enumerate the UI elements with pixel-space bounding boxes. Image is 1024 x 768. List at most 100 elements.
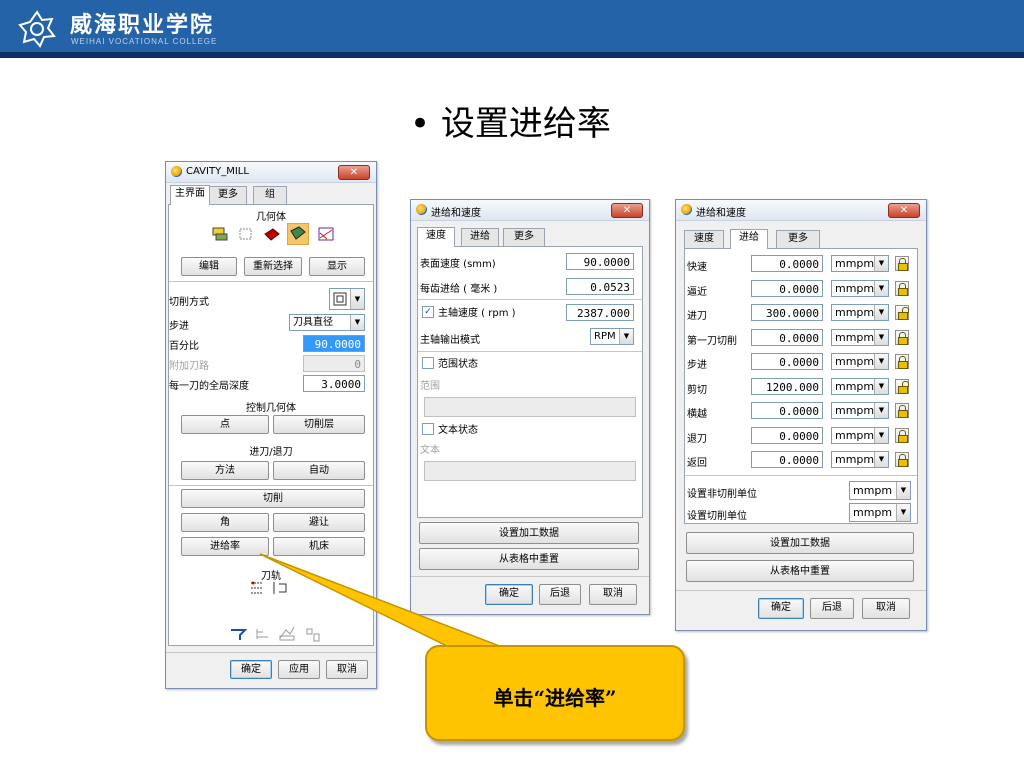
method-button[interactable]: 方法 (181, 461, 269, 480)
reselect-button[interactable]: 重新选择 (244, 257, 302, 276)
feed-row-unit-dropdown[interactable]: mmpm ▼ (831, 451, 889, 468)
extra-passes-input[interactable]: 0 (303, 355, 365, 372)
feed-row-unit-dropdown[interactable]: mmpm ▼ (831, 255, 889, 272)
feed-row-unit-dropdown[interactable]: mmpm ▼ (831, 328, 889, 346)
tab-speed[interactable]: 速度 (417, 227, 455, 247)
cut-unit-dropdown[interactable]: mmpm ▼ (849, 503, 911, 522)
auto-button[interactable]: 自动 (273, 461, 365, 480)
spindle-speed-input[interactable]: 2387.000 (566, 304, 634, 321)
cutting-button[interactable]: 切削 (181, 489, 365, 508)
feed-row-input[interactable]: 1200.000 (751, 377, 823, 395)
corner-button[interactable]: 角 (181, 513, 269, 532)
generate-toolpath-icon[interactable] (249, 579, 267, 597)
percent-input[interactable]: 90.0000 (303, 335, 365, 352)
feed-row-unit-dropdown[interactable]: mmpm ▼ (831, 402, 889, 419)
close-button[interactable]: ✕ (611, 203, 643, 218)
feed-row-input[interactable]: 0.0000 (751, 328, 823, 346)
geometry-cut-area-icon[interactable] (287, 223, 309, 245)
feed-row-unit-dropdown[interactable]: mmpm ▼ (831, 279, 889, 297)
back-button[interactable]: 后退 (810, 598, 854, 619)
ok-button[interactable]: 确定 (230, 660, 272, 679)
geometry-part-icon[interactable] (211, 225, 229, 243)
geometry-trim-icon[interactable] (317, 225, 335, 243)
tab-feed[interactable]: 进给 (461, 228, 499, 246)
unlock-icon[interactable] (895, 378, 909, 394)
cut-levels-button[interactable]: 切削层 (273, 415, 365, 434)
tab-group[interactable]: 组 (253, 186, 287, 204)
feed-row-unit-dropdown[interactable]: mmpm ▼ (831, 377, 889, 395)
unlock-icon[interactable] (895, 305, 909, 320)
replay-toolpath-icon[interactable] (271, 579, 289, 597)
feed-row-input[interactable]: 0.0000 (751, 426, 823, 444)
noncut-unit-dropdown[interactable]: mmpm ▼ (849, 481, 911, 500)
lock-icon[interactable] (895, 452, 909, 467)
chevron-down-icon: ▼ (350, 315, 364, 330)
lock-icon[interactable] (895, 256, 909, 271)
text-input[interactable] (424, 461, 636, 481)
spindle-speed-checkbox[interactable]: ✓ (422, 306, 434, 318)
feed-per-tooth-input[interactable]: 0.0523 (566, 278, 634, 295)
surface-speed-input[interactable]: 90.0000 (566, 253, 634, 270)
tool-icon[interactable] (229, 626, 247, 644)
feed-row-input[interactable]: 300.0000 (751, 304, 823, 321)
set-machining-data-button[interactable]: 设置加工数据 (686, 532, 914, 554)
cancel-button[interactable]: 取消 (326, 660, 368, 679)
lock-icon[interactable] (895, 280, 909, 296)
lock-icon[interactable] (895, 403, 909, 418)
feed-row-input[interactable]: 0.0000 (751, 451, 823, 468)
feed-row-label: 返回 (687, 458, 707, 469)
range-label: 范围 (420, 381, 440, 392)
machine-button[interactable]: 机床 (273, 537, 365, 556)
feed-row: 进刀 300.0000 mmpm ▼ (685, 304, 917, 324)
ok-button[interactable]: 确定 (485, 584, 533, 605)
tab-main[interactable]: 主界面 (170, 185, 210, 205)
back-button[interactable]: 后退 (539, 584, 581, 605)
reset-from-table-button[interactable]: 从表格中重置 (686, 560, 914, 582)
close-button[interactable]: ✕ (338, 165, 370, 180)
avoid-button[interactable]: 避让 (273, 513, 365, 532)
feed-row-input[interactable]: 0.0000 (751, 279, 823, 297)
stepover-dropdown[interactable]: 刀具直径 ▼ (289, 314, 365, 331)
edit-button[interactable]: 编辑 (181, 257, 237, 276)
lock-icon[interactable] (895, 329, 909, 345)
lock-icon[interactable] (895, 354, 909, 369)
set-machining-data-button[interactable]: 设置加工数据 (419, 522, 639, 544)
lock-icon[interactable] (895, 427, 909, 443)
geometry-check-icon[interactable] (263, 225, 281, 243)
ok-button[interactable]: 确定 (758, 598, 804, 619)
output-mode-dropdown[interactable]: RPM ▼ (590, 328, 634, 345)
feeds-speeds-dialog-speed-tab: 进给和速度 ✕ 速度 进给 更多 表面速度 (smm) 90.0000 每齿进给… (410, 199, 650, 615)
feed-row-label: 第一刀切削 (687, 335, 737, 347)
tab-more[interactable]: 更多 (776, 230, 820, 248)
geometry-blank-icon[interactable] (237, 225, 255, 243)
feed-row-unit: mmpm (835, 379, 875, 393)
feed-row-unit-dropdown[interactable]: mmpm ▼ (831, 353, 889, 370)
feed-row-input[interactable]: 0.0000 (751, 255, 823, 272)
range-status-checkbox[interactable] (422, 357, 434, 369)
feed-row-unit-dropdown[interactable]: mmpm ▼ (831, 304, 889, 321)
verify-icon[interactable] (278, 624, 296, 642)
tab-more[interactable]: 更多 (209, 186, 247, 204)
close-button[interactable]: ✕ (888, 203, 920, 218)
tab-more[interactable]: 更多 (503, 228, 545, 246)
tab-feed[interactable]: 进给 (730, 229, 768, 249)
feed-row-input[interactable]: 0.0000 (751, 353, 823, 370)
cancel-button[interactable]: 取消 (862, 598, 910, 619)
postprocess-icon[interactable] (304, 626, 322, 644)
output-mode-value: RPM (594, 331, 616, 342)
reset-from-table-button[interactable]: 从表格中重置 (419, 548, 639, 570)
cancel-button[interactable]: 取消 (589, 584, 637, 605)
point-button[interactable]: 点 (181, 415, 269, 434)
list-icon[interactable] (254, 626, 272, 644)
feeds-button[interactable]: 进给率 (181, 537, 269, 556)
text-status-checkbox[interactable] (422, 423, 434, 435)
apply-button[interactable]: 应用 (278, 660, 320, 679)
range-input[interactable] (424, 397, 636, 417)
cut-pattern-dropdown[interactable]: ▼ (329, 288, 365, 310)
feed-row-input[interactable]: 0.0000 (751, 402, 823, 419)
tab-speed[interactable]: 速度 (684, 230, 724, 248)
display-button[interactable]: 显示 (309, 257, 365, 276)
depth-input[interactable]: 3.0000 (303, 375, 365, 392)
feed-row-unit-dropdown[interactable]: mmpm ▼ (831, 426, 889, 444)
feed-row-unit: mmpm (835, 428, 875, 442)
